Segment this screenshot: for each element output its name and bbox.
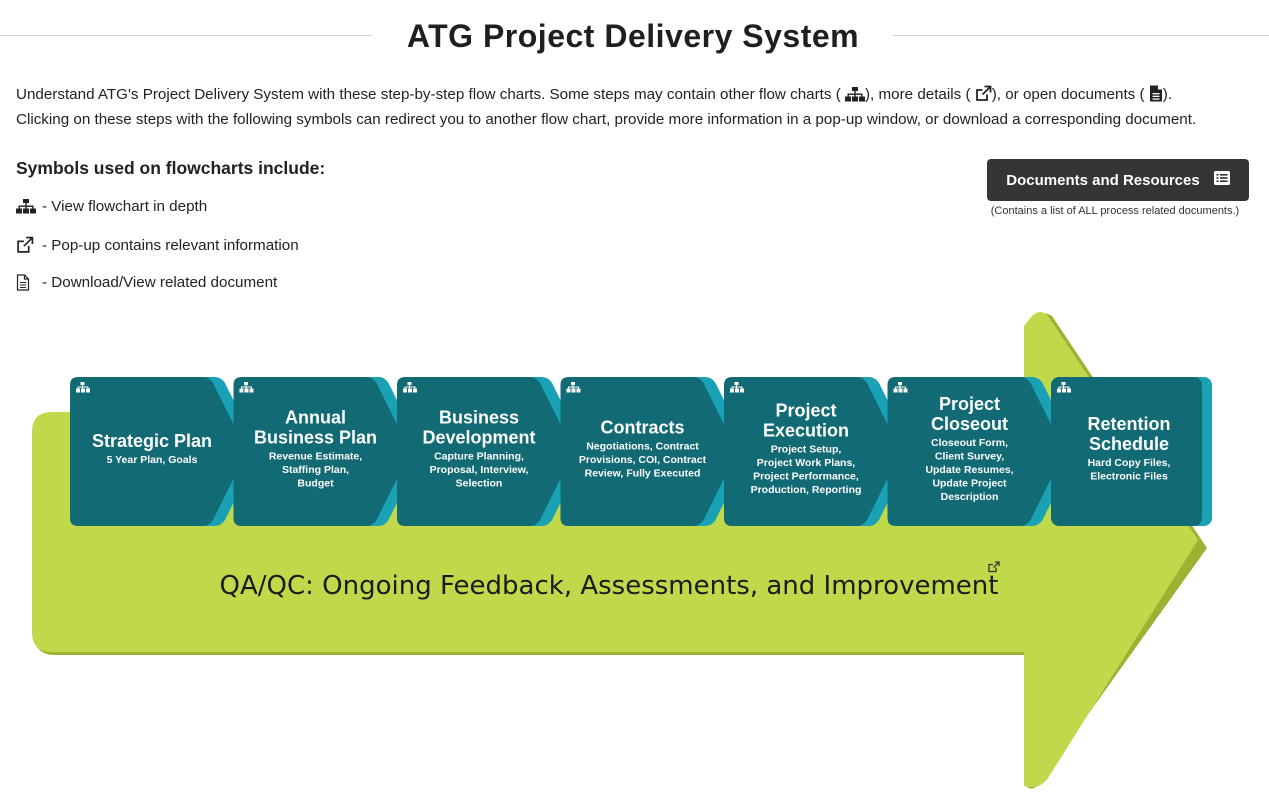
step-3-title: Development bbox=[422, 427, 535, 447]
qa-label[interactable]: QA/QC: Ongoing Feedback, Assessments, an… bbox=[220, 571, 999, 601]
step-6-detail: Client Survey, bbox=[935, 450, 1004, 462]
step-2-detail: Revenue Estimate, bbox=[269, 450, 362, 462]
step-7-detail: Hard Copy Files, bbox=[1088, 457, 1171, 469]
step-1-detail: 5 Year Plan, Goals bbox=[107, 454, 198, 466]
step-body bbox=[70, 377, 247, 526]
step-4[interactable]: Contracts Negotiations, Contract Provision… bbox=[560, 377, 750, 526]
steps-layer: Strategic Plan5 Year Plan, GoalsAnnualBu… bbox=[70, 377, 1212, 526]
step-6-title: Closeout bbox=[931, 414, 1008, 434]
step-2-title: Business Plan bbox=[254, 427, 377, 447]
delivery-diagram: Strategic Plan5 Year Plan, GoalsAnnualBu… bbox=[32, 312, 1212, 789]
step-6-title: Project bbox=[939, 394, 1000, 414]
step-5-detail: Project Performance, bbox=[753, 471, 859, 483]
step-2-detail: Budget bbox=[297, 477, 334, 489]
step-6-detail: Closeout Form, bbox=[931, 437, 1008, 449]
step-5-detail: Project Setup, bbox=[771, 444, 842, 456]
step-6-detail: Update Project bbox=[932, 477, 1007, 489]
step-1-title: Strategic Plan bbox=[92, 431, 212, 451]
step-7-title: Retention bbox=[1088, 414, 1171, 434]
step-5[interactable]: ProjectExecution Project Setup,Project Wo… bbox=[724, 377, 913, 526]
step-7[interactable]: RetentionSchedule Hard Copy Files, Electro… bbox=[1051, 377, 1212, 526]
step-2[interactable]: AnnualBusiness Plan Revenue Estimate, Staf… bbox=[233, 377, 423, 526]
step-3[interactable]: BusinessDevelopment Capture Planning, Prop… bbox=[397, 377, 586, 526]
step-3-detail: Capture Planning, bbox=[434, 450, 524, 462]
step-1[interactable]: Strategic Plan 5 Year Plan, Goals bbox=[70, 377, 259, 526]
step-6-detail: Description bbox=[941, 491, 999, 503]
step-7-detail: Electronic Files bbox=[1090, 471, 1168, 483]
step-4-detail: Negotiations, Contract bbox=[586, 440, 699, 452]
step-6[interactable]: ProjectCloseout Closeout Form,Client Surv… bbox=[887, 377, 1077, 526]
step-2-detail: Staffing Plan, bbox=[282, 464, 349, 476]
step-5-detail: Project Work Plans, bbox=[757, 457, 856, 469]
step-5-detail: Production, Reporting bbox=[751, 484, 862, 496]
step-2-title: Annual bbox=[285, 407, 346, 427]
step-4-detail: Review, Fully Executed bbox=[585, 467, 701, 479]
step-4-title: Contracts bbox=[600, 417, 684, 437]
step-4-detail: Provisions, COI, Contract bbox=[579, 454, 707, 466]
step-3-title: Business bbox=[439, 407, 519, 427]
step-3-detail: Proposal, Interview, bbox=[430, 464, 529, 476]
step-6-detail: Update Resumes, bbox=[925, 464, 1013, 476]
step-5-title: Project bbox=[775, 401, 836, 421]
step-7-title: Schedule bbox=[1089, 434, 1169, 454]
step-5-title: Execution bbox=[763, 421, 849, 441]
step-3-detail: Selection bbox=[456, 477, 503, 489]
